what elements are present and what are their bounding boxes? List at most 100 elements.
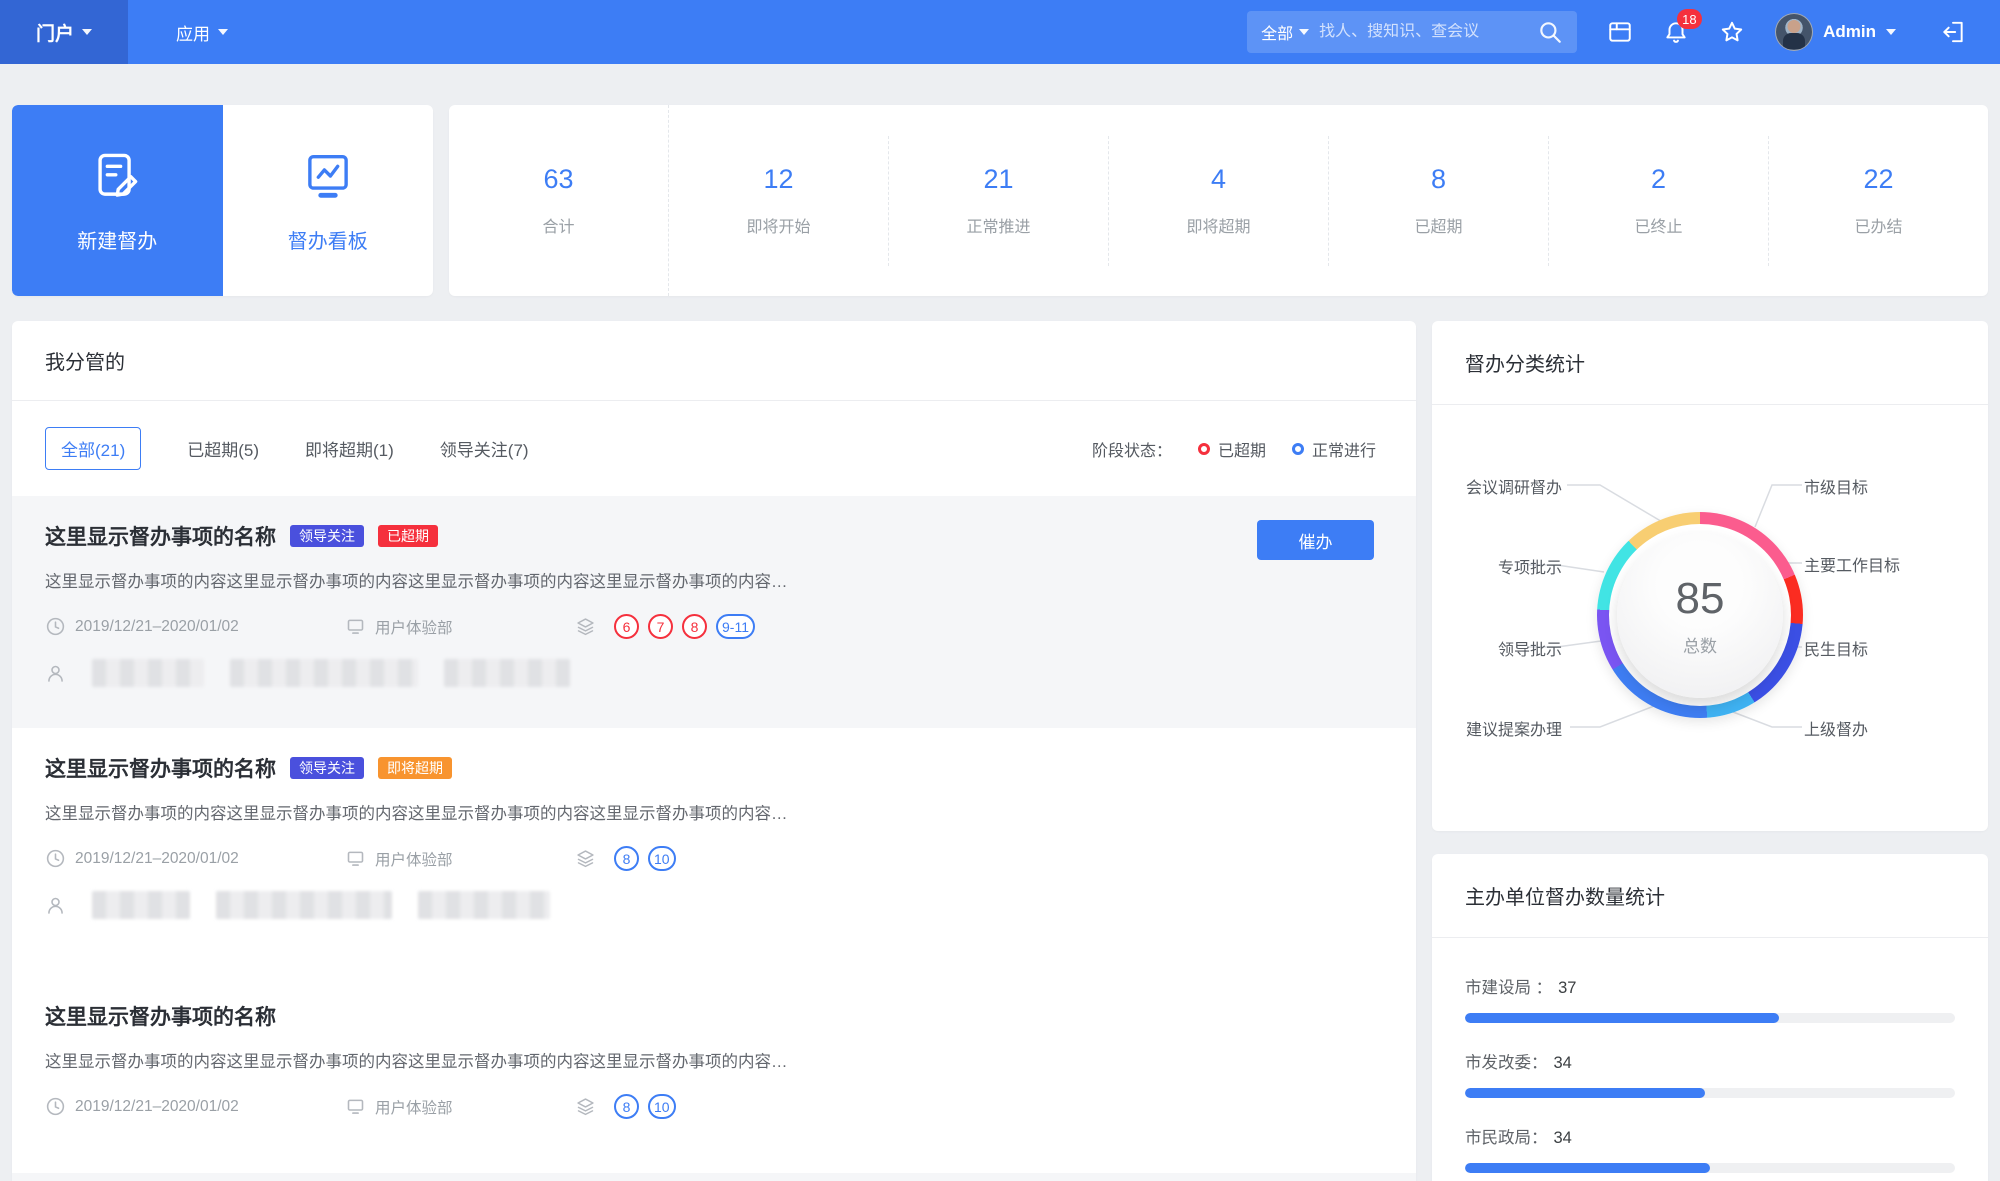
document-pencil-icon (98, 153, 138, 197)
category-card-title: 督办分类统计 (1465, 354, 1585, 376)
pie-label-leader-instruction: 领导批示 (1497, 642, 1562, 659)
stat-label: 即将开始 (746, 219, 811, 236)
nav-menu-portal[interactable]: 门户 (0, 0, 129, 64)
tag-leader-focus: 领导关注 (290, 757, 364, 779)
pie-label-livelihood-goal: 民生目标 (1804, 642, 1869, 659)
pie-label-main-work-goal: 主要工作目标 (1804, 558, 1901, 575)
nav-menu-apps[interactable]: 应用 (146, 0, 258, 64)
list-header: 我分管的 (12, 321, 1416, 401)
stage-badge: 10 (648, 846, 676, 871)
item-content: 这里显示督办事项的内容这里显示督办事项的内容这里显示督办事项的内容这里显示督办事… (45, 573, 788, 591)
item-title: 这里显示督办事项的名称 (45, 1006, 276, 1029)
dashboard-page: 门户 应用 全部 找人、搜知识、查会议 18 Admin 新建督办 督办看板 6… (0, 0, 2000, 1181)
chevron-down-icon (82, 29, 93, 35)
tab-overdue[interactable]: 已超期(5) (187, 436, 259, 461)
action-card: 新建督办 督办看板 (12, 105, 433, 296)
stage-badges: 8 10 (575, 1094, 676, 1119)
legend-item-overdue: 已超期 (1197, 437, 1266, 461)
new-supervision-button[interactable]: 新建督办 (12, 105, 223, 296)
search-icon[interactable] (1537, 19, 1563, 45)
org-value: 37 (1558, 979, 1577, 997)
layers-icon (577, 850, 594, 868)
tab-leader-focus[interactable]: 领导关注(7) (440, 436, 529, 461)
monitor-icon (347, 619, 364, 634)
org-row-label: 市民政局： 34 (1465, 1124, 1955, 1148)
search-scope-dropdown[interactable]: 全部 (1261, 20, 1310, 44)
stat-value: 22 (1863, 164, 1894, 194)
status-dot-red (1197, 442, 1210, 455)
donut-hole: 85 总数 (1609, 524, 1791, 706)
nav-menu-apps-label: 应用 (176, 24, 211, 44)
item-people (45, 891, 1383, 919)
supervision-item[interactable]: 这里显示督办事项的名称 领导关注 即将超期 这里显示督办事项的内容这里显示督办事… (12, 728, 1416, 976)
stat-value: 8 (1430, 164, 1447, 194)
legend-item-label: 已超期 (1217, 442, 1266, 460)
content-area: 新建督办 督办看板 63 合计 12 即将开始 21 正常推进 4 即将超期 8… (0, 64, 2000, 1181)
urge-button[interactable]: 催办 (1257, 520, 1374, 560)
list-tabs: 全部(21) 已超期(5) 即将超期(1) 领导关注(7) (45, 427, 529, 470)
stat-overdue[interactable]: 8 已超期 (1329, 164, 1548, 237)
person-icon (48, 665, 63, 682)
pie-label-special-instruction: 专项批示 (1497, 560, 1562, 577)
org-bar-track (1465, 1013, 1955, 1023)
status-dot-blue (1291, 442, 1304, 455)
item-title: 这里显示督办事项的名称 (45, 758, 276, 781)
department-name: 用户体验部 (375, 851, 453, 869)
logout-icon[interactable] (1940, 19, 1966, 45)
org-card-header: 主办单位督办数量统计 (1432, 854, 1988, 938)
star-icon[interactable] (1719, 19, 1745, 45)
notification-count-badge: 18 (1677, 9, 1702, 29)
redacted-names (418, 891, 550, 919)
redacted-names (444, 659, 570, 687)
pie-label-meeting-research: 会议调研督办 (1465, 480, 1562, 497)
item-dates: 2019/12/21–2020/01/02 (45, 848, 345, 869)
stat-completed[interactable]: 22 已办结 (1769, 164, 1988, 237)
item-dates: 2019/12/21–2020/01/02 (45, 616, 345, 637)
stats-card: 63 合计 12 即将开始 21 正常推进 4 即将超期 8 已超期 2 已终止… (449, 105, 1988, 296)
layers-icon (577, 1098, 594, 1116)
stat-label: 已超期 (1414, 219, 1463, 236)
item-department: 用户体验部 (345, 1096, 575, 1118)
org-bar-fill (1465, 1013, 1779, 1023)
org-bar-fill (1465, 1163, 1710, 1173)
nav-right: 全部 18 Admin (1247, 9, 2000, 53)
monitor-icon (347, 1099, 364, 1114)
item-department: 用户体验部 (345, 616, 575, 638)
tab-near-overdue[interactable]: 即将超期(1) (305, 436, 394, 461)
chevron-down-icon (218, 29, 229, 35)
global-search[interactable]: 全部 (1247, 11, 1578, 53)
redacted-names (216, 891, 392, 919)
org-value: 34 (1553, 1054, 1572, 1072)
top-navbar: 门户 应用 全部 找人、搜知识、查会议 18 Admin (0, 0, 2000, 64)
supervision-board-label: 督办看板 (287, 231, 368, 253)
layers-icon (577, 618, 594, 636)
legend-item-normal: 正常进行 (1291, 437, 1376, 461)
org-row: 市建设局 ： 37 (1465, 974, 1955, 1023)
apps-window-icon[interactable] (1607, 19, 1633, 45)
org-bar-track (1465, 1163, 1955, 1173)
stat-terminated[interactable]: 2 已终止 (1549, 164, 1768, 237)
notifications[interactable]: 18 (1663, 9, 1702, 45)
chart-board-icon (307, 154, 348, 198)
stat-near-overdue[interactable]: 4 即将超期 (1109, 164, 1328, 237)
date-range: 2019/12/21–2020/01/02 (75, 617, 239, 635)
tab-all[interactable]: 全部(21) (45, 427, 142, 470)
org-name: 市建设局 ： (1465, 979, 1553, 997)
supervision-item[interactable]: 这里显示督办事项的名称 这里显示督办事项的内容这里显示督办事项的内容这里显示督办… (12, 976, 1416, 1173)
user-menu[interactable]: Admin (1775, 13, 1896, 51)
supervision-board-button[interactable]: 督办看板 (223, 105, 434, 296)
stat-upcoming[interactable]: 12 即将开始 (669, 164, 888, 237)
stat-on-track[interactable]: 21 正常推进 (889, 164, 1108, 237)
new-supervision-label: 新建督办 (77, 231, 158, 253)
stat-total[interactable]: 63 合计 (449, 164, 668, 237)
search-input[interactable] (1319, 23, 1528, 41)
department-name: 用户体验部 (375, 1099, 453, 1117)
date-range: 2019/12/21–2020/01/02 (75, 1097, 239, 1115)
tag-near-overdue: 即将超期 (378, 757, 452, 779)
org-bar-track (1465, 1088, 1955, 1098)
item-meta: 2019/12/21–2020/01/02 用户体验部 (45, 1094, 1383, 1119)
org-row-label: 市发改委： 34 (1465, 1049, 1955, 1073)
org-row: 市民政局： 34 (1465, 1124, 1955, 1173)
supervision-item[interactable]: 这里显示督办事项的名称 领导关注 已超期 这里显示督办事项的内容这里显示督办事项… (12, 496, 1416, 728)
user-name: Admin (1823, 22, 1876, 41)
